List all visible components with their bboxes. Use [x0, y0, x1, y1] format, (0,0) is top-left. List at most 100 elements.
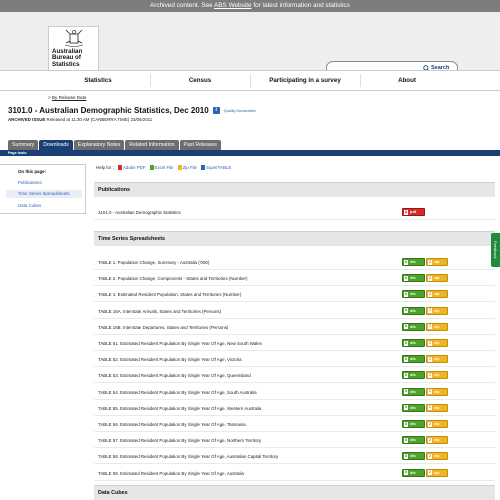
zip-download-button[interactable]: Zzip — [426, 436, 448, 445]
download-buttons: Xxls Zzip — [402, 306, 448, 315]
nav-item-about[interactable]: About — [360, 71, 454, 90]
help-supertable-label: SuperTABLE — [205, 165, 232, 170]
zip-icon — [177, 165, 182, 170]
zip-download-button[interactable]: Zzip — [426, 322, 448, 331]
zip-download-button[interactable]: Zzip — [426, 339, 448, 347]
help-adobe-pdf[interactable]: Adobe PDF — [117, 165, 146, 170]
tab-downloads[interactable]: Downloads — [39, 140, 73, 150]
nav-item-census[interactable]: Census — [150, 71, 250, 90]
xls-download-button[interactable]: Xxls — [402, 387, 425, 396]
zip-download-button[interactable]: Zzip — [426, 290, 448, 299]
help-excel-file[interactable]: Excel File — [149, 165, 174, 170]
xls-download-button[interactable]: Xxls — [402, 371, 425, 380]
help-supertable[interactable]: SuperTABLE — [200, 165, 232, 170]
pdf-button-label: pdf — [410, 209, 417, 214]
zip-download-button[interactable]: Zzip — [426, 403, 448, 412]
xls-download-button[interactable]: Xxls — [402, 290, 425, 299]
abs-website-link[interactable]: ABS Website — [214, 2, 252, 9]
table-row-label: TABLE 52. Estimated Resident Population … — [98, 357, 242, 363]
excel-file-icon: X — [404, 421, 408, 427]
download-buttons: Xxls Zzip — [402, 468, 448, 477]
publication-row: 3101.0 - Australian Demographic Statisti… — [94, 205, 495, 220]
xls-download-button[interactable]: Xxls — [402, 274, 425, 283]
nav-item-participating[interactable]: Participating in a survey — [250, 71, 360, 90]
zip-file-icon: Z — [428, 340, 432, 346]
excel-file-icon: X — [404, 437, 408, 443]
xls-download-button[interactable]: Xxls — [402, 339, 425, 347]
logo-text: Australian Bureau of Statistics — [52, 48, 83, 68]
xls-button-label: xls — [410, 291, 416, 297]
sidebar-link-publications[interactable]: Publications — [18, 180, 42, 185]
help-zip-file[interactable]: Zip File — [177, 165, 197, 170]
xls-download-button[interactable]: Xxls — [402, 468, 425, 477]
help-for-label: Help for : — [96, 165, 114, 170]
excel-file-icon: X — [404, 291, 408, 297]
excel-file-icon: X — [404, 259, 408, 265]
xls-button-label: xls — [410, 372, 416, 378]
zip-file-icon: Z — [428, 324, 432, 330]
zip-file-icon: Z — [428, 470, 432, 476]
nav-item-statistics[interactable]: Statistics — [48, 71, 148, 90]
pdf-file-icon: A — [404, 209, 408, 215]
xls-download-button[interactable]: Xxls — [402, 258, 425, 266]
xls-button-label: xls — [410, 356, 416, 362]
table-row-label: TABLE 57. Estimated Resident Population … — [98, 438, 262, 444]
zip-download-button[interactable]: Zzip — [426, 355, 448, 364]
sidebar-link-data-cubes[interactable]: Data Cubes — [18, 203, 41, 208]
zip-button-label: zip — [434, 372, 440, 378]
xls-button-label: xls — [410, 340, 416, 345]
xls-download-button[interactable]: Xxls — [402, 355, 425, 364]
xls-button-label: xls — [410, 453, 416, 459]
tab-related-information[interactable]: Related Information — [125, 140, 179, 150]
zip-download-button[interactable]: Zzip — [426, 274, 448, 283]
zip-download-button[interactable]: Zzip — [426, 452, 448, 461]
archive-banner-prefix: Archived content. See — [150, 2, 214, 9]
page-tools-label[interactable]: Page tools: — [8, 150, 27, 156]
table-row: TABLE 4. Estimated Resident Population, … — [94, 287, 495, 303]
zip-download-button[interactable]: Zzip — [426, 420, 448, 428]
excel-icon — [149, 165, 154, 170]
table-row-label: TABLE 55. Estimated Resident Population … — [98, 405, 262, 411]
table-row-label: TABLE 58. Estimated Resident Population … — [98, 454, 279, 460]
table-row-label: TABLE 2. Population Change, Components -… — [98, 276, 248, 282]
zip-file-icon: Z — [428, 291, 432, 297]
tab-explanatory-notes[interactable]: Explanatory Notes — [73, 140, 125, 150]
xls-download-button[interactable]: Xxls — [402, 420, 425, 428]
quality-declaration-link[interactable]: Quality Declaration — [224, 109, 256, 113]
download-buttons: Xxls Zzip — [402, 290, 448, 299]
info-icon[interactable]: i — [212, 107, 220, 114]
zip-file-icon: Z — [428, 356, 432, 362]
publication-title: 3101.0 - Australian Demographic Statisti… — [98, 210, 181, 215]
xls-button-label: xls — [410, 259, 416, 264]
tab-bar: Summary Downloads Explanatory Notes Rela… — [8, 140, 221, 150]
zip-button-label: zip — [434, 356, 440, 362]
xls-button-label: xls — [410, 307, 416, 313]
zip-download-button[interactable]: Zzip — [426, 468, 448, 477]
download-buttons: Xxls Zzip — [402, 258, 448, 266]
table-row: TABLE 2. Population Change, Components -… — [94, 271, 495, 287]
excel-file-icon: X — [404, 308, 408, 314]
xls-download-button[interactable]: Xxls — [402, 322, 425, 331]
excel-file-icon: X — [404, 405, 408, 411]
xls-download-button[interactable]: Xxls — [402, 436, 425, 445]
zip-download-button[interactable]: Zzip — [426, 371, 448, 380]
feedback-tab[interactable]: Feedback — [491, 233, 500, 267]
zip-download-button[interactable]: Zzip — [426, 306, 448, 315]
tab-past-releases[interactable]: Past Releases — [179, 140, 221, 150]
xls-download-button[interactable]: Xxls — [402, 452, 425, 461]
zip-button-label: zip — [434, 275, 440, 281]
breadcrumb: > By Release Date — [48, 95, 86, 100]
zip-button-label: zip — [434, 291, 440, 297]
tab-summary[interactable]: Summary — [8, 140, 39, 150]
zip-download-button[interactable]: Zzip — [426, 387, 448, 396]
breadcrumb-link[interactable]: By Release Date — [52, 95, 86, 100]
table-row-label: TABLE 56. Estimated Resident Population … — [98, 422, 246, 427]
pdf-download-button[interactable]: Apdf — [402, 208, 425, 216]
help-zip-file-label: Zip File — [182, 165, 197, 170]
zip-file-icon: Z — [428, 389, 432, 395]
sidebar-link-time-series[interactable]: Time Series Spreadsheets — [6, 190, 82, 198]
xls-download-button[interactable]: Xxls — [402, 403, 425, 412]
help-adobe-pdf-label: Adobe PDF — [122, 165, 146, 170]
xls-download-button[interactable]: Xxls — [402, 306, 425, 315]
zip-download-button[interactable]: Zzip — [426, 258, 448, 266]
